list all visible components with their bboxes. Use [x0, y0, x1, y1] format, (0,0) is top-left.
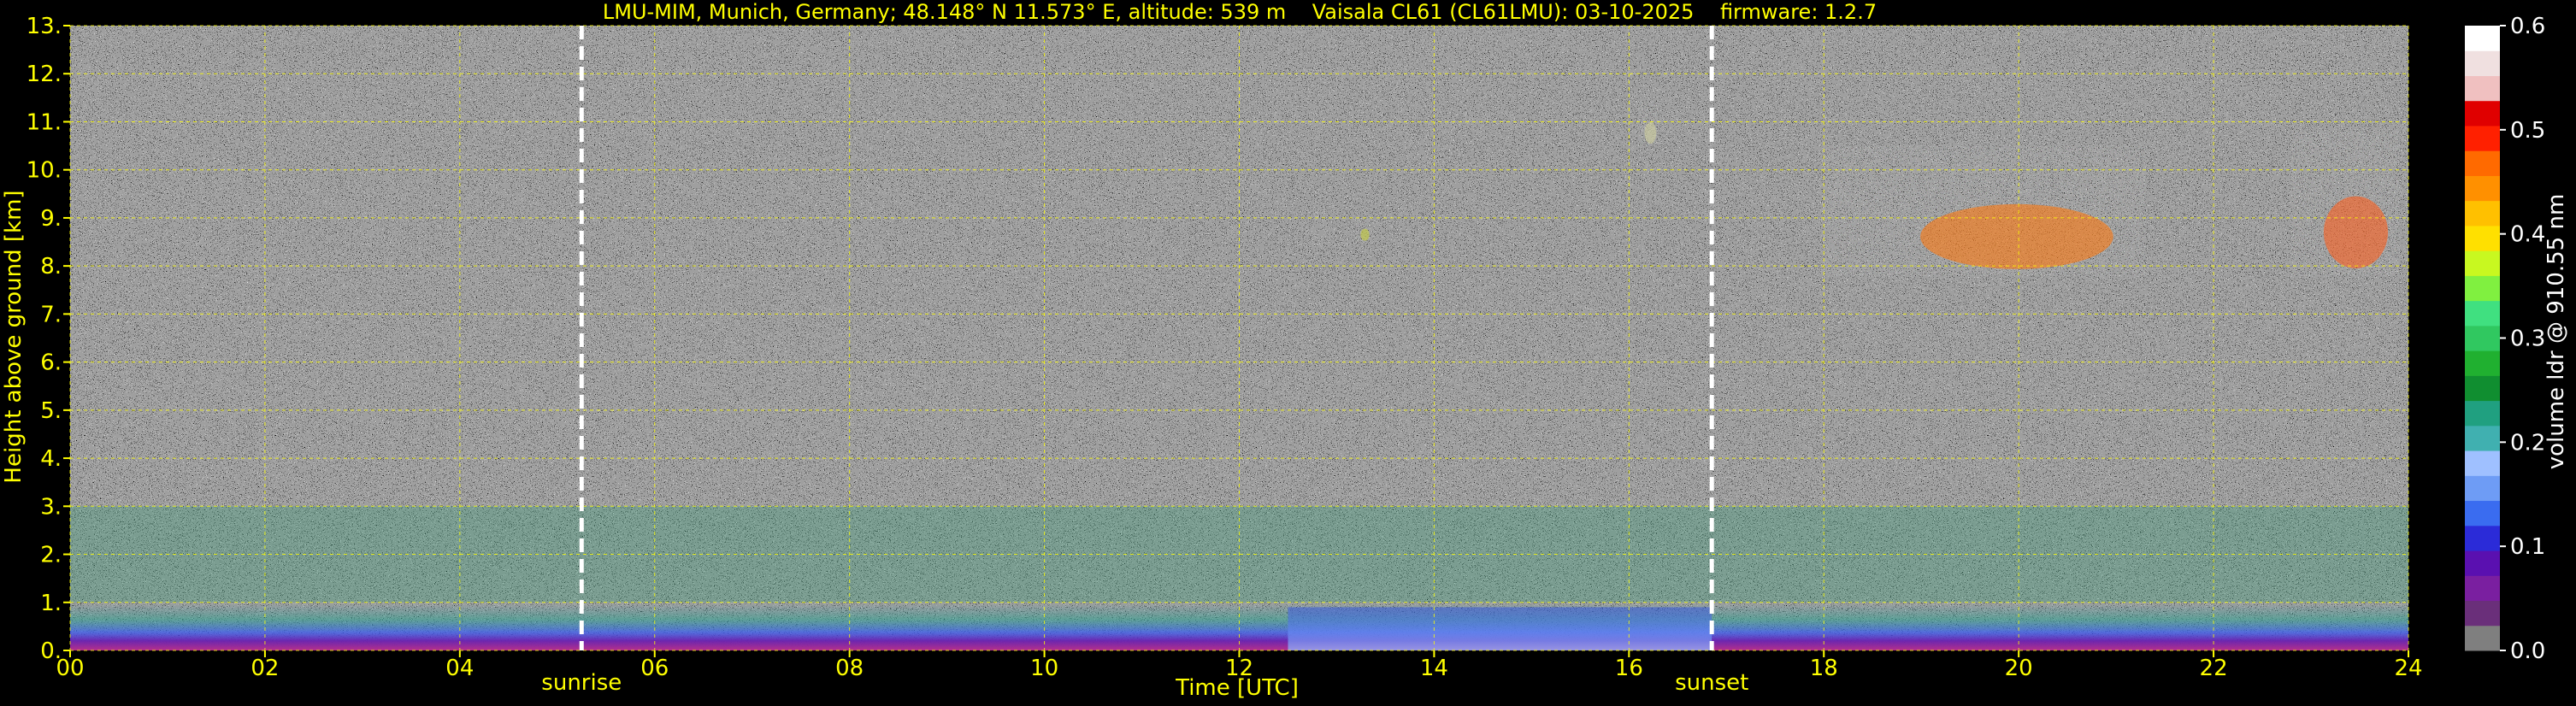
y-tick-label: 8. — [40, 254, 62, 279]
y-tick-label: 11. — [27, 109, 62, 135]
y-tick-label: 2. — [40, 543, 62, 568]
y-tick-label: 10. — [27, 158, 62, 184]
x-tick-label: 16 — [1615, 656, 1643, 681]
y-axis-label: Height above ground [km] — [1, 190, 27, 483]
colorbar-segment — [2465, 275, 2500, 302]
y-tick-label: 6. — [40, 350, 62, 376]
y-tick-label: 5. — [40, 398, 62, 424]
x-tick-label: 14 — [1420, 656, 1448, 681]
feature-daytime-layer — [1288, 607, 1712, 650]
y-tick-label: 13. — [27, 14, 62, 39]
colorbar-segment — [2465, 225, 2500, 251]
colorbar-segment — [2465, 375, 2500, 402]
colorbar-segment — [2465, 400, 2500, 427]
sunset-label: sunset — [1675, 670, 1748, 696]
colorbar-segment — [2465, 26, 2500, 51]
y-tick-label: 0. — [40, 638, 62, 664]
sunrise-label: sunrise — [541, 670, 622, 696]
x-tick-label: 22 — [2200, 656, 2228, 681]
x-tick-label: 08 — [835, 656, 864, 681]
colorbar-segment — [2465, 175, 2500, 202]
colorbar-ticks: 0.0 0.1 0.2 0.3 0.4 0.5 0.6 — [2500, 14, 2545, 664]
x-tick-label: 02 — [251, 656, 279, 681]
feature-cirrus — [1824, 145, 2146, 276]
colorbar-segment — [2465, 100, 2500, 126]
colorbar-segment — [2465, 625, 2500, 651]
colorbar-segment — [2465, 425, 2500, 451]
chart-title: LMU-MIM, Munich, Germany; 48.148° N 11.5… — [603, 0, 1877, 24]
colorbar-segment — [2465, 500, 2500, 527]
x-axis-label: Time [UTC] — [1175, 675, 1299, 701]
colorbar-segment — [2465, 550, 2500, 576]
colorbar-segment — [2465, 350, 2500, 376]
x-tick-label: 20 — [2005, 656, 2033, 681]
x-tick-label: 18 — [1810, 656, 1838, 681]
colorbar-tick-label: 0.3 — [2510, 327, 2545, 352]
colorbar-segment — [2465, 475, 2500, 502]
y-tick-label: 1. — [40, 591, 62, 616]
colorbar-segment — [2465, 125, 2500, 151]
x-tick-label: 10 — [1030, 656, 1058, 681]
x-tick-label: 24 — [2394, 656, 2422, 681]
y-tick-label: 12. — [27, 62, 62, 87]
y-tick-label: 4. — [40, 446, 62, 472]
y-axis-ticks: 0. 1. 2. 3. 4. 5. 6. 7. 8. 9. 10. 11. 12. 13. — [27, 14, 70, 664]
colorbar-segment — [2465, 250, 2500, 276]
feature-cirrus — [1356, 217, 1371, 243]
feature-cirrus — [2291, 131, 2399, 276]
colorbar — [2465, 26, 2500, 651]
colorbar-segment — [2465, 300, 2500, 327]
colorbar-segment — [2465, 450, 2500, 476]
y-tick-label: 9. — [40, 206, 62, 232]
colorbar-segment — [2465, 600, 2500, 627]
colorbar-segment — [2465, 325, 2500, 351]
colorbar-segment — [2465, 150, 2500, 176]
feature-cirrus — [1638, 102, 1659, 146]
x-tick-label: 04 — [445, 656, 474, 681]
colorbar-tick-label: 0.6 — [2510, 14, 2545, 39]
lidar-ldr-chart: sunrise sunset 00 02 04 06 08 10 12 14 16 18 20 22 24… — [1, 0, 2569, 701]
colorbar-segment — [2465, 50, 2500, 76]
y-tick-label: 7. — [40, 302, 62, 327]
colorbar-segment — [2465, 525, 2500, 551]
colorbar-tick-label: 0.4 — [2510, 222, 2545, 248]
colorbar-segment — [2465, 75, 2500, 102]
x-tick-label: 06 — [640, 656, 669, 681]
colorbar-tick-label: 0.1 — [2510, 534, 2545, 560]
y-tick-label: 3. — [40, 494, 62, 520]
colorbar-label: volume ldr @ 910.55 nm — [2544, 194, 2569, 470]
colorbar-tick-label: 0.5 — [2510, 118, 2545, 144]
colorbar-segment — [2465, 200, 2500, 227]
colorbar-tick-label: 0.0 — [2510, 638, 2545, 664]
colorbar-segment — [2465, 575, 2500, 602]
colorbar-tick-label: 0.2 — [2510, 430, 2545, 456]
